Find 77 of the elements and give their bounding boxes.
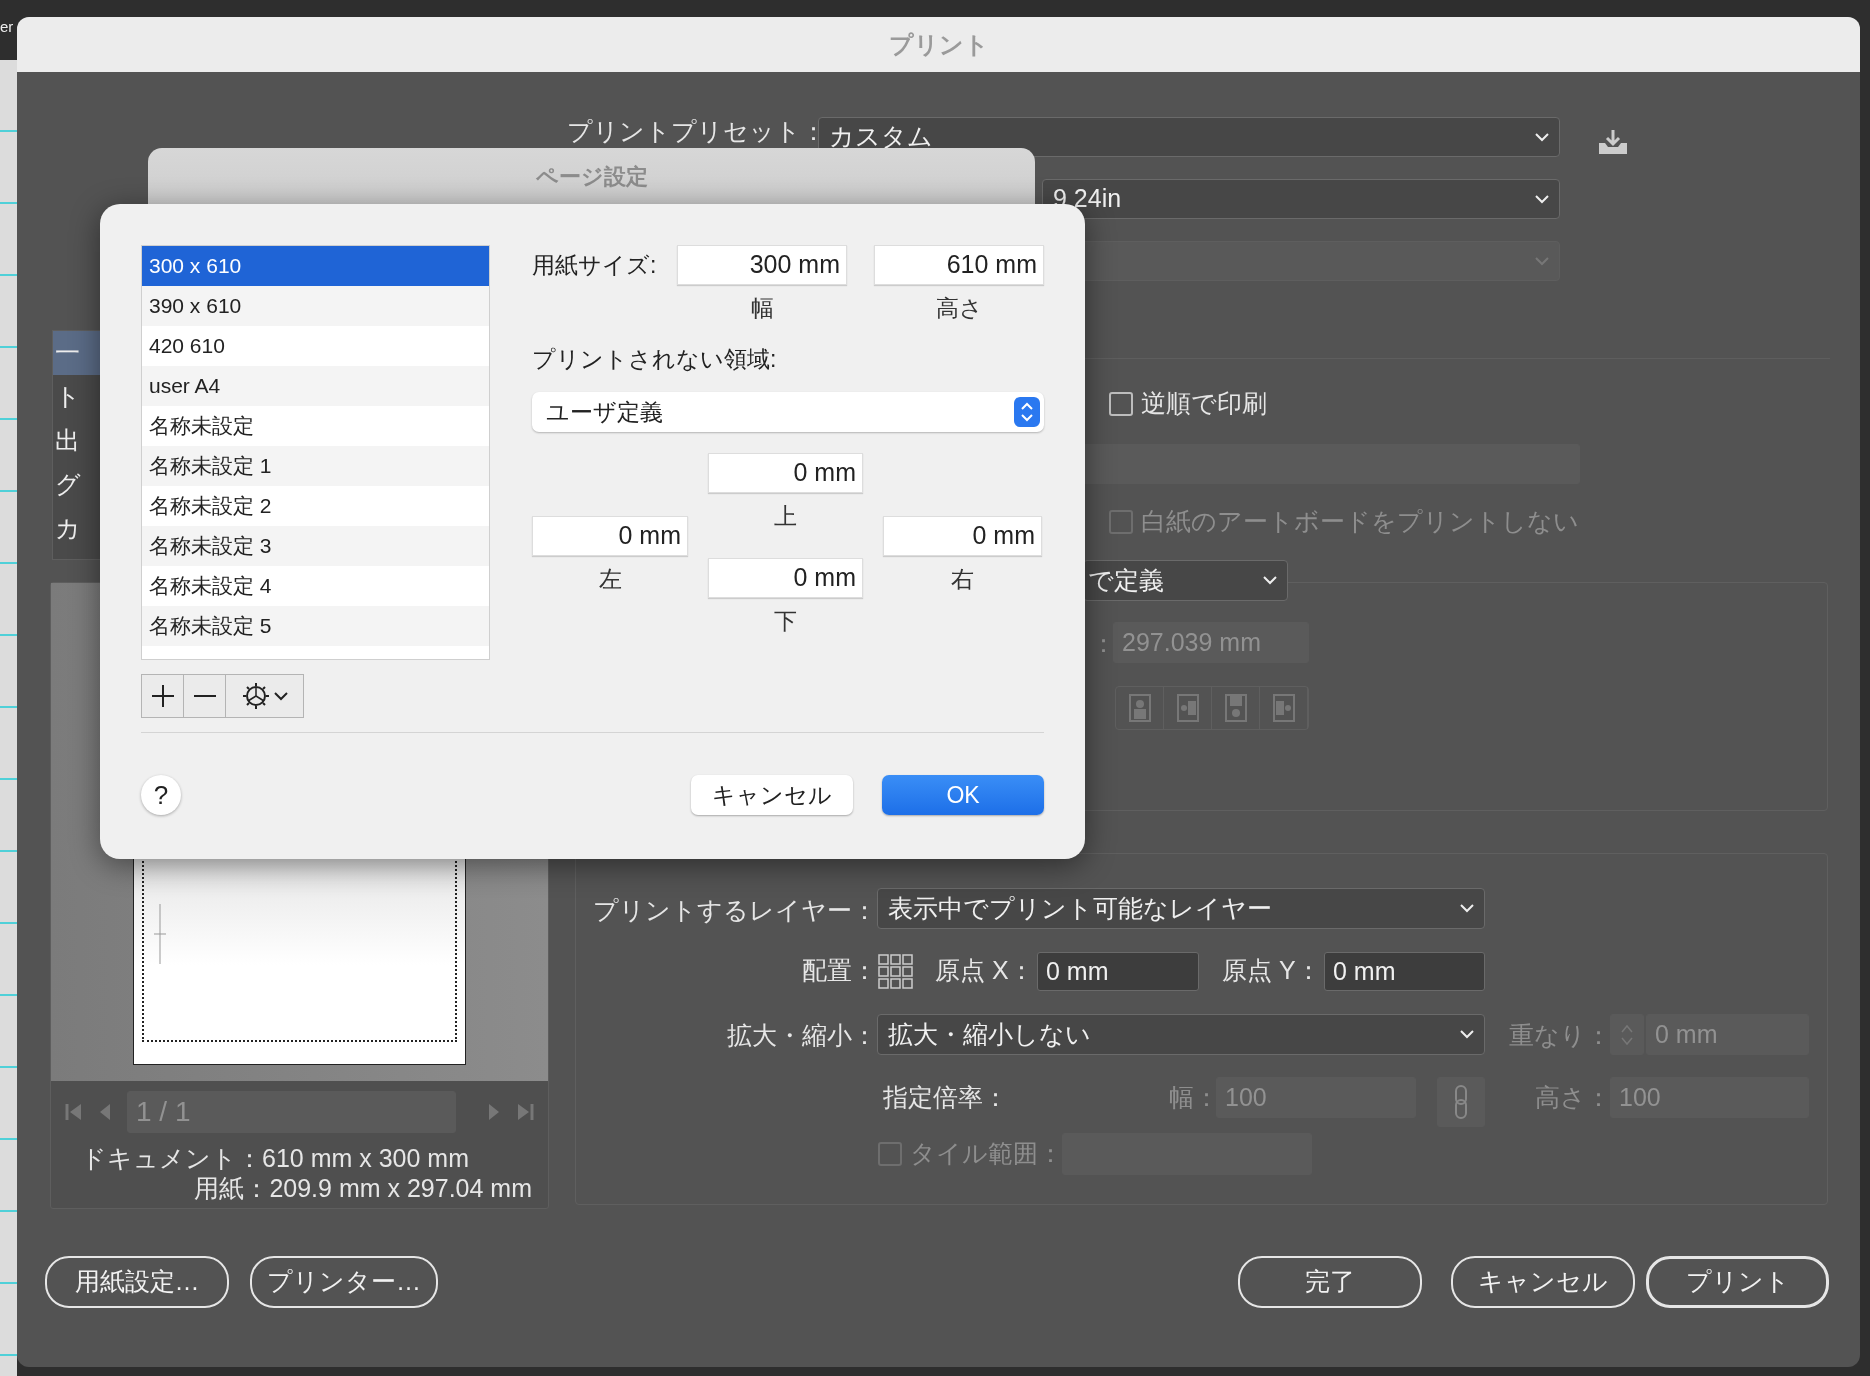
field-label: 拡大・縮小： [726,1020,877,1051]
first-page-icon [65,1102,83,1122]
dialog-button[interactable]: キャンセル [1451,1256,1635,1308]
nonprintable-dropdown[interactable]: ユーザ定義 [532,392,1044,432]
download-icon [1598,129,1628,155]
cancel-button[interactable]: キャンセル [691,775,853,815]
preset-dropdown[interactable]: カスタム [818,117,1560,157]
list-item[interactable]: 名称未設定 4 [142,566,489,606]
list-item[interactable]: 300 x 610 [142,246,489,286]
chevron-down-icon [1263,576,1277,585]
list-item[interactable]: 名称未設定 3 [142,526,489,566]
field-caption: 左 [597,565,623,594]
minus-icon [193,695,216,697]
link-icon [1453,1085,1469,1119]
ok-button[interactable]: OK [882,775,1044,815]
dialog-button[interactable]: 用紙設定… [45,1256,229,1308]
last-page-icon [516,1102,534,1122]
list-item[interactable]: 名称未設定 [142,406,489,446]
list-item[interactable]: user A4 [142,366,489,406]
plus-icon [151,685,174,707]
checkbox-label: 白紙のアートボードをプリントしない [1141,506,1579,537]
chevron-down-icon [273,691,288,701]
margin-field[interactable]: 0 mm [708,557,863,598]
field-label: 原点 Y： [1222,955,1321,986]
link-toggle[interactable] [1437,1077,1485,1127]
list-item[interactable]: 390 x 610 [142,286,489,326]
colon-label: ： [1091,628,1116,659]
document-size-text: ドキュメント：610 mm x 300 mm [80,1143,469,1173]
checkbox-label: 逆順で印刷 [1141,388,1267,419]
sheet-title: ページ設定 [534,163,649,191]
field-caption: 幅 [749,294,775,323]
height-field[interactable]: 610 mm [874,245,1044,285]
list-item[interactable]: 名称未設定 5 [142,606,489,646]
field-caption: 高さ [934,294,984,323]
field-label: 重なり： [1509,1020,1611,1051]
paper-size-text: 用紙：209.9 mm x 297.04 mm [194,1173,532,1203]
previous-page-icon [99,1102,111,1122]
list-item[interactable]: 名称未設定 2 [142,486,489,526]
field-label: 用紙サイズ: [532,250,658,280]
field-caption: 上 [773,502,798,531]
list-item[interactable]: 420 610 [142,326,489,366]
section-label: プリントされない領域: [532,344,778,374]
stepper-arrows-icon [1014,397,1040,427]
margin-field[interactable]: 0 mm [708,453,863,493]
dialog-button[interactable]: 完了 [1238,1256,1422,1308]
layers-dropdown[interactable]: 表示中でプリント可能なレイヤー [877,888,1485,929]
scaling-dropdown[interactable]: 拡大・縮小しない [877,1014,1485,1055]
field-label: プリントするレイヤー： [592,895,877,926]
margin-field[interactable]: 0 mm [532,516,688,556]
chevron-down-icon [1460,904,1474,913]
dialog-button[interactable]: プリント [1646,1256,1829,1308]
chevron-down-icon [1535,256,1549,266]
chevron-down-icon [1535,194,1549,204]
help-button[interactable]: ? [141,775,181,815]
crosshair-mark [154,904,166,964]
field-caption: 右 [950,565,975,594]
media-dropdown[interactable]: で定義 [1083,560,1288,601]
dialog-button[interactable]: プリンター… [250,1256,438,1308]
origin-y-field[interactable]: 0 mm [1324,952,1485,991]
gear-icon [241,682,270,710]
field-label: 原点 X： [935,955,1034,986]
width-field[interactable]: 300 mm [677,245,847,285]
margin-field[interactable]: 0 mm [883,516,1042,556]
checkbox-label: タイル範囲： [910,1138,1063,1169]
origin-x-field[interactable]: 0 mm [1037,952,1199,991]
field-label: 高さ： [1535,1082,1611,1113]
placement-grid-icon [878,954,914,990]
chevron-down-icon [1460,1030,1474,1039]
next-page-icon [488,1102,500,1122]
chevron-down-icon [1535,132,1549,142]
field-caption: 下 [773,606,798,636]
field-label: 配置： [801,955,877,986]
field-label: 指定倍率： [883,1082,1008,1113]
checkbox[interactable] [1109,391,1133,416]
field-label: 幅： [1169,1082,1219,1113]
window-title: プリント [17,17,1860,72]
list-item[interactable]: 名称未設定 1 [142,446,489,486]
